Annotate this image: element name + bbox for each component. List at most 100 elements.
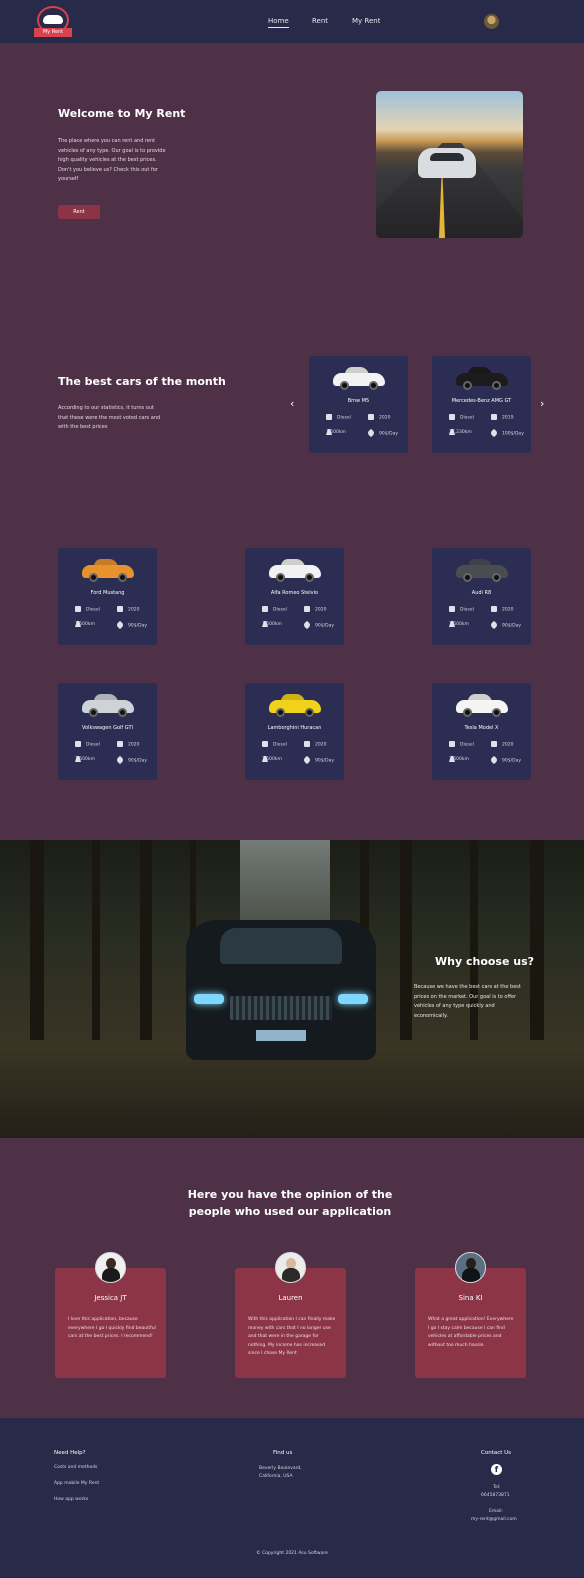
best-cars-title: The best cars of the month xyxy=(58,375,226,388)
price-tag-icon xyxy=(115,755,125,765)
fuel-icon xyxy=(449,606,455,612)
hero-car xyxy=(418,148,476,178)
fuel-icon xyxy=(75,606,81,612)
car-year: 2019 xyxy=(491,414,513,421)
car-year: 2020 xyxy=(304,741,326,748)
car-wheel xyxy=(305,573,314,582)
car-name: Ford Mustang xyxy=(90,590,125,596)
footer-find-title: Find us xyxy=(273,1450,293,1456)
car-km: 7,500km xyxy=(326,429,346,435)
best-cars-text: According to our statistics, it turns ou… xyxy=(58,405,161,430)
testimonial-card: Jessica JT I love this application, beca… xyxy=(55,1268,166,1378)
calendar-icon xyxy=(491,414,497,420)
carousel-next-icon[interactable]: › xyxy=(540,397,544,410)
car-fuel: Diesel xyxy=(326,414,351,421)
car-card[interactable]: Tesla Model X Diesel 2020 7,500km 90$/Day xyxy=(432,683,531,780)
car-wheel xyxy=(89,573,98,582)
calendar-icon xyxy=(491,741,497,747)
car-name: Tesla Model X xyxy=(464,725,499,731)
car-wheel xyxy=(463,708,472,717)
car-price-value: 90$/Day xyxy=(128,758,147,764)
fuel-icon xyxy=(262,606,268,612)
car-price: 90$/Day xyxy=(302,755,334,765)
opinions-title-line-1: Here you have the opinion of the xyxy=(187,1188,393,1201)
car-image xyxy=(82,557,134,582)
hero-image xyxy=(376,91,523,238)
car-name: Lamborghini Huracan xyxy=(267,725,322,731)
footer-link-app[interactable]: App mobile My Rent xyxy=(54,1480,99,1488)
calendar-icon xyxy=(117,741,123,747)
testimonial-text: With this application I can finally make… xyxy=(248,1317,336,1356)
car-price-value: 90$/Day xyxy=(379,431,398,437)
footer-tel-label: Tel: xyxy=(493,1485,501,1490)
footer-address-line-1: Beverly Boulevard, xyxy=(259,1466,302,1471)
nav-link-home[interactable]: Home xyxy=(268,17,289,28)
car-name: Audi R8 xyxy=(471,590,492,596)
car-card[interactable]: Alfa Romeo Stelvio Diesel 2020 7,500km 90$/D… xyxy=(245,548,344,645)
car-year: 2020 xyxy=(491,741,513,748)
car-fuel-value: Diesel xyxy=(86,742,100,748)
car-price-value: 90$/Day xyxy=(502,623,521,629)
car-card[interactable]: Lamborghini Huracan Diesel 2020 7,500km 90$/… xyxy=(245,683,344,780)
car-price-value: 90$/Day xyxy=(502,758,521,764)
testimonial-avatar xyxy=(95,1252,126,1283)
logo[interactable]: My Rent xyxy=(34,6,72,38)
fuel-icon xyxy=(75,741,81,747)
testimonial-name: Jessica JT xyxy=(94,1294,127,1302)
price-tag-icon xyxy=(489,428,499,438)
car-wheel xyxy=(340,381,349,390)
hero-text: The place where you can rent and rent ve… xyxy=(58,138,166,182)
car-card[interactable]: Audi R8 Diesel 2020 7,500km 90$/Day xyxy=(432,548,531,645)
car-name: Volkswagen Golf GTI xyxy=(81,725,134,731)
car-name: Mercedes-Benz AMG GT xyxy=(451,398,512,404)
calendar-icon xyxy=(304,606,310,612)
car-price-value: 90$/Day xyxy=(315,758,334,764)
price-tag-icon xyxy=(489,620,499,630)
car-wheel xyxy=(89,708,98,717)
car-card[interactable]: Ford Mustang Diesel 2020 7,500km 90$/Day xyxy=(58,548,157,645)
car-fuel: Diesel xyxy=(262,606,287,613)
logo-car-icon xyxy=(43,15,63,24)
car-km: 7,500km xyxy=(262,756,282,762)
car-fuel: Diesel xyxy=(75,741,100,748)
calendar-icon xyxy=(491,606,497,612)
car-price: 100$/Day xyxy=(489,428,524,438)
testimonial-name: Lauren xyxy=(278,1294,303,1302)
car-name: Alfa Romeo Stelvio xyxy=(270,590,319,596)
car-card[interactable]: Mercedes-Benz AMG GT Diesel 2019 37,230km 10… xyxy=(432,356,531,453)
why-choose-us-title: Why choose us? xyxy=(435,955,535,968)
rent-button[interactable]: Rent xyxy=(58,205,100,219)
copyright: © Copyright 2021 Asu Software xyxy=(256,1551,328,1556)
nav-link-my-rent[interactable]: My Rent xyxy=(352,17,380,25)
fuel-icon xyxy=(262,741,268,747)
car-year: 2020 xyxy=(491,606,513,613)
car-price: 90$/Day xyxy=(302,620,334,630)
top-navbar: My Rent Home Rent My Rent xyxy=(0,0,584,43)
car-wheel xyxy=(369,381,378,390)
user-avatar[interactable] xyxy=(484,14,499,29)
fuel-icon xyxy=(449,741,455,747)
footer-link-how[interactable]: How app works xyxy=(54,1496,88,1504)
carousel-prev-icon[interactable]: ‹ xyxy=(290,397,294,410)
car-wheel xyxy=(118,573,127,582)
car-km: 7,500km xyxy=(449,621,469,627)
car-wheel xyxy=(276,708,285,717)
price-tag-icon xyxy=(489,755,499,765)
calendar-icon xyxy=(304,741,310,747)
footer-email[interactable]: my-rent@gmail.com xyxy=(471,1516,517,1524)
car-year-value: 2019 xyxy=(502,415,514,421)
car-price-value: 90$/Day xyxy=(315,623,334,629)
car-card[interactable]: Bmw M5 Diesel 2020 7,500km 90$/Day xyxy=(309,356,408,453)
nav-link-rent[interactable]: Rent xyxy=(312,17,328,25)
footer-link-costs[interactable]: Costs and methods xyxy=(54,1464,97,1472)
car-card[interactable]: Volkswagen Golf GTI Diesel 2020 7,500km 90$/… xyxy=(58,683,157,780)
car-fuel-value: Diesel xyxy=(460,415,474,421)
range-rover-car xyxy=(186,920,376,1060)
car-wheel xyxy=(463,573,472,582)
car-year-value: 2020 xyxy=(315,607,327,613)
testimonial-text: What a great application! Everywhere I g… xyxy=(428,1317,514,1348)
facebook-icon[interactable]: f xyxy=(491,1464,502,1475)
footer-tel: 6645873871 xyxy=(481,1493,510,1498)
footer-help-title: Need Help? xyxy=(54,1450,86,1456)
car-image xyxy=(456,557,508,582)
